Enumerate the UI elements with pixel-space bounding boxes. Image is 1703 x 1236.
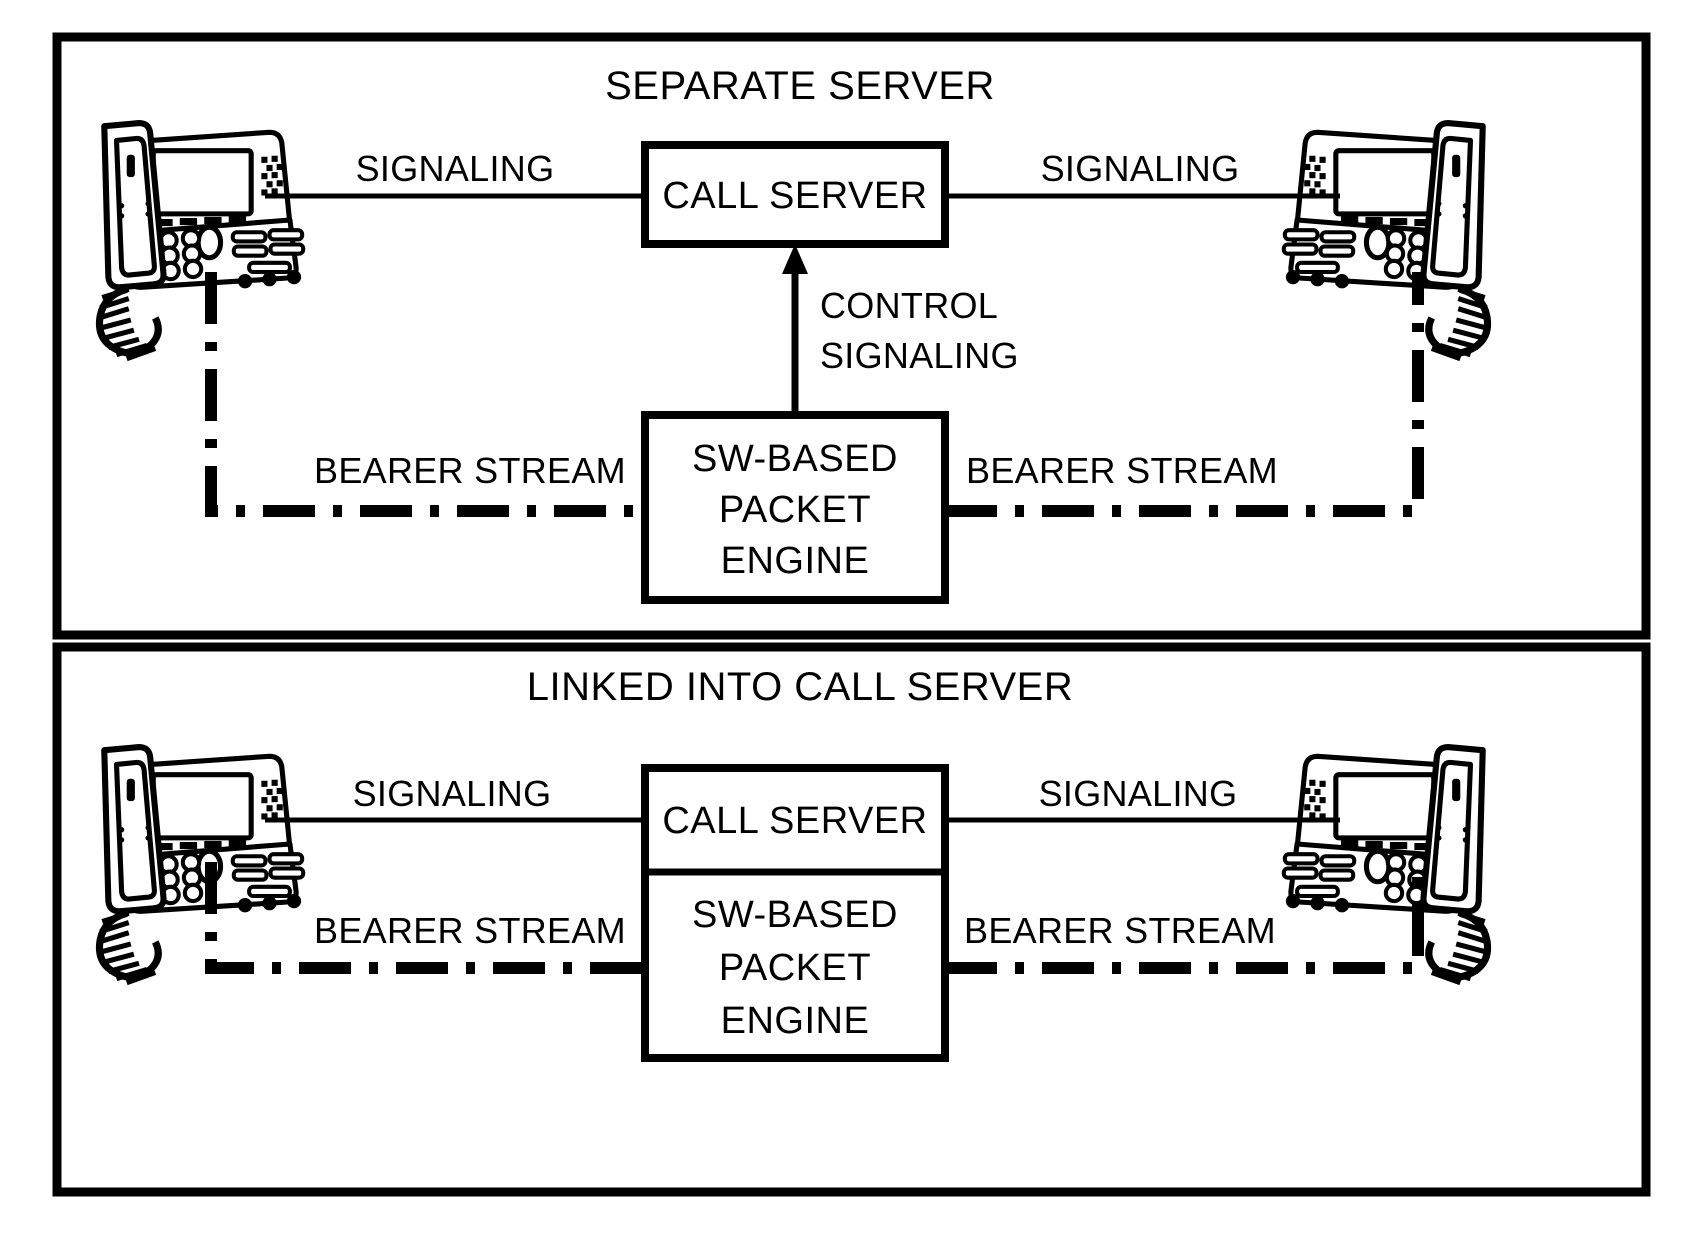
bearer-stream-label-left-upper: BEARER STREAM (314, 450, 626, 491)
phone-right-lower (1284, 747, 1488, 983)
panel-linked-into-call-server: LINKED INTO CALL SERVER SIGNALING SIGNAL… (52, 642, 1651, 1197)
panel-separate-server: SEPARATE SERVER SIGNALING SIGNALING CALL… (52, 32, 1651, 640)
phone-right-upper (1284, 123, 1488, 359)
signaling-label-left-upper: SIGNALING (356, 148, 555, 189)
call-server-label-lower: CALL SERVER (662, 800, 927, 842)
packet-engine-label-upper-l1: SW-BASED (692, 438, 898, 480)
call-server-label-upper: CALL SERVER (662, 175, 927, 217)
phone-left-upper (99, 123, 303, 359)
bearer-stream-label-right-lower: BEARER STREAM (964, 910, 1276, 951)
phone-left-lower (99, 747, 303, 983)
panel-title-upper: SEPARATE SERVER (605, 64, 995, 108)
packet-engine-label-lower-l1: SW-BASED (692, 894, 898, 936)
network-architecture-diagram: SEPARATE SERVER SIGNALING SIGNALING CALL… (52, 32, 1651, 1197)
packet-engine-label-lower-l2: PACKET (719, 947, 871, 989)
packet-engine-label-lower-l3: ENGINE (721, 1000, 870, 1042)
signaling-label-right-lower: SIGNALING (1039, 773, 1238, 814)
signaling-label-right-upper: SIGNALING (1041, 148, 1240, 189)
signaling-label-left-lower: SIGNALING (353, 773, 552, 814)
packet-engine-label-upper-l3: ENGINE (721, 540, 870, 582)
panel-title-lower: LINKED INTO CALL SERVER (527, 665, 1074, 709)
bearer-stream-label-right-upper: BEARER STREAM (966, 450, 1278, 491)
figure-canvas: SEPARATE SERVER SIGNALING SIGNALING CALL… (0, 0, 1703, 1236)
control-signaling-label-line1: CONTROL (820, 285, 998, 326)
packet-engine-label-upper-l2: PACKET (719, 489, 871, 531)
control-signaling-label-line2: SIGNALING (820, 335, 1019, 376)
bearer-stream-label-left-lower: BEARER STREAM (314, 910, 626, 951)
